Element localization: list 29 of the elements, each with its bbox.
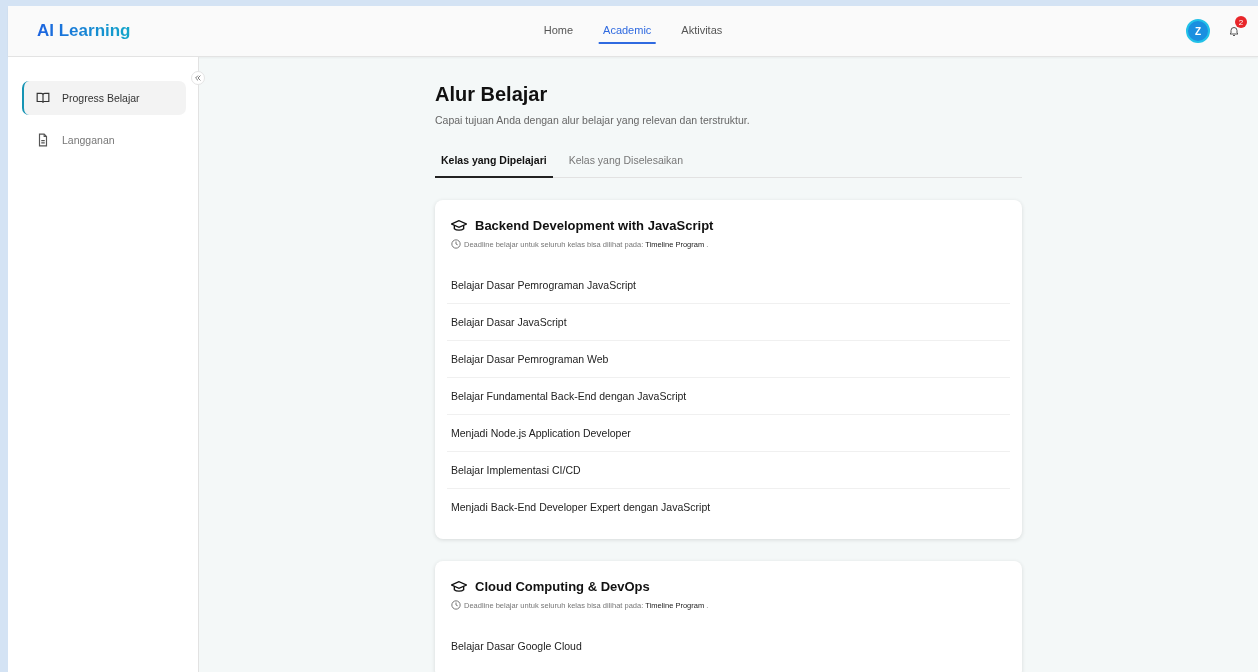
class-item[interactable]: Belajar Implementasi CI/CD	[447, 452, 1010, 489]
learning-path-title: Cloud Computing & DevOps	[475, 579, 650, 594]
double-chevron-left-icon	[194, 74, 202, 82]
graduation-cap-icon	[451, 218, 467, 233]
document-icon	[36, 133, 50, 147]
learning-path-title: Backend Development with JavaScript	[475, 218, 714, 233]
book-icon	[36, 91, 50, 105]
tab[interactable]: Kelas yang Dipelajari	[435, 148, 553, 178]
sidebar-item[interactable]: Langganan	[22, 123, 186, 157]
clock-icon	[451, 239, 461, 249]
nav-link[interactable]: Home	[539, 18, 578, 44]
graduation-cap-icon	[451, 579, 467, 594]
class-item[interactable]: Menjadi Back-End Developer Expert dengan JavaScript	[447, 489, 1010, 525]
page-title: Alur Belajar	[435, 83, 549, 106]
logo[interactable]: AI Learning	[37, 21, 131, 41]
page-subtitle: Capai tujuan Anda dengan alur belajar yang relevan dan terstruktur.	[435, 114, 751, 126]
class-item[interactable]: Belajar Fundamental Back-End dengan JavaScript	[447, 378, 1010, 415]
clock-icon	[451, 600, 461, 610]
class-item[interactable]: Belajar Dasar JavaScript	[447, 304, 1010, 341]
notification-badge: 2	[1235, 16, 1247, 28]
nav-link[interactable]: Academic	[599, 18, 656, 44]
tab[interactable]: Kelas yang Diselesaikan	[562, 148, 690, 178]
class-item[interactable]: Menjadi Node.js Application Developer	[447, 415, 1010, 452]
class-item[interactable]: Belajar Dasar Google Cloud	[447, 628, 1010, 664]
sidebar-item[interactable]: Progress Belajar	[22, 81, 186, 115]
class-item[interactable]: Belajar Dasar Pemrograman Web	[447, 341, 1010, 378]
nav-link[interactable]: Aktivitas	[677, 18, 727, 44]
class-item[interactable]: Belajar Dasar Pemrograman JavaScript	[447, 267, 1010, 304]
bell-icon[interactable]	[1228, 25, 1240, 37]
